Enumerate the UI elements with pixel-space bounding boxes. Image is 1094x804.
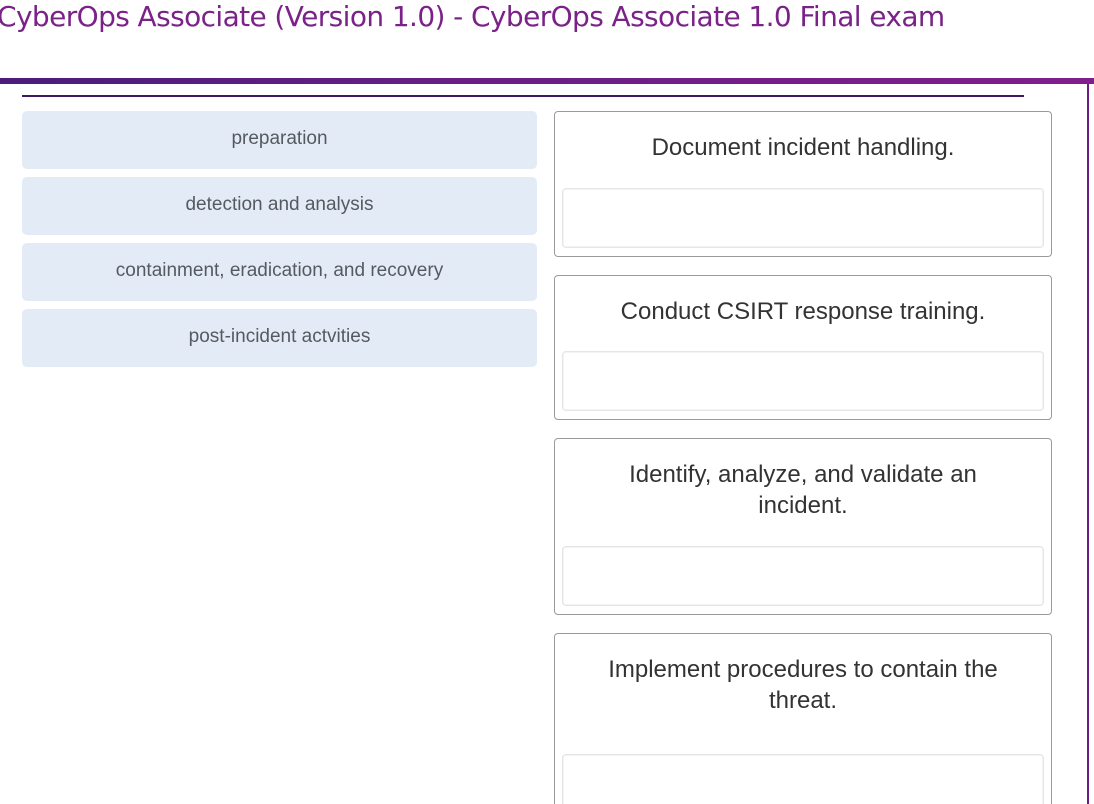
match-target-card: Document incident handling. — [554, 111, 1052, 257]
question-divider — [22, 95, 1024, 97]
drop-zone[interactable] — [562, 546, 1044, 606]
match-target-card: Identify, analyze, and validate an incid… — [554, 438, 1052, 615]
match-target-label: Document incident handling. — [651, 134, 955, 161]
page-title: CyberOps Associate (Version 1.0) - Cyber… — [0, 0, 945, 33]
match-target-label: Identify, analyze, and validate an incid… — [629, 461, 977, 519]
drag-option-containment[interactable]: containment, eradication, and recovery — [22, 243, 537, 301]
drop-zone[interactable] — [562, 351, 1044, 411]
match-target-label: Conduct CSIRT response training. — [620, 298, 986, 325]
match-target-label: Implement procedures to contain the thre… — [608, 656, 998, 714]
match-target-card: Implement procedures to contain the thre… — [554, 633, 1052, 804]
match-targets-list: Document incident handling. Conduct CSIR… — [554, 111, 1052, 804]
match-target-card: Conduct CSIRT response training. — [554, 275, 1052, 420]
content-right-border — [1087, 84, 1089, 804]
drop-zone[interactable] — [562, 188, 1044, 248]
page: CyberOps Associate (Version 1.0) - Cyber… — [0, 0, 1094, 804]
drop-zone[interactable] — [562, 754, 1044, 804]
title-divider-bar — [0, 78, 1094, 84]
drag-option-preparation[interactable]: preparation — [22, 111, 537, 169]
drag-options-list: preparation detection and analysis conta… — [22, 111, 537, 375]
drag-option-detection-and-analysis[interactable]: detection and analysis — [22, 177, 537, 235]
drag-option-post-incident[interactable]: post-incident actvities — [22, 309, 537, 367]
